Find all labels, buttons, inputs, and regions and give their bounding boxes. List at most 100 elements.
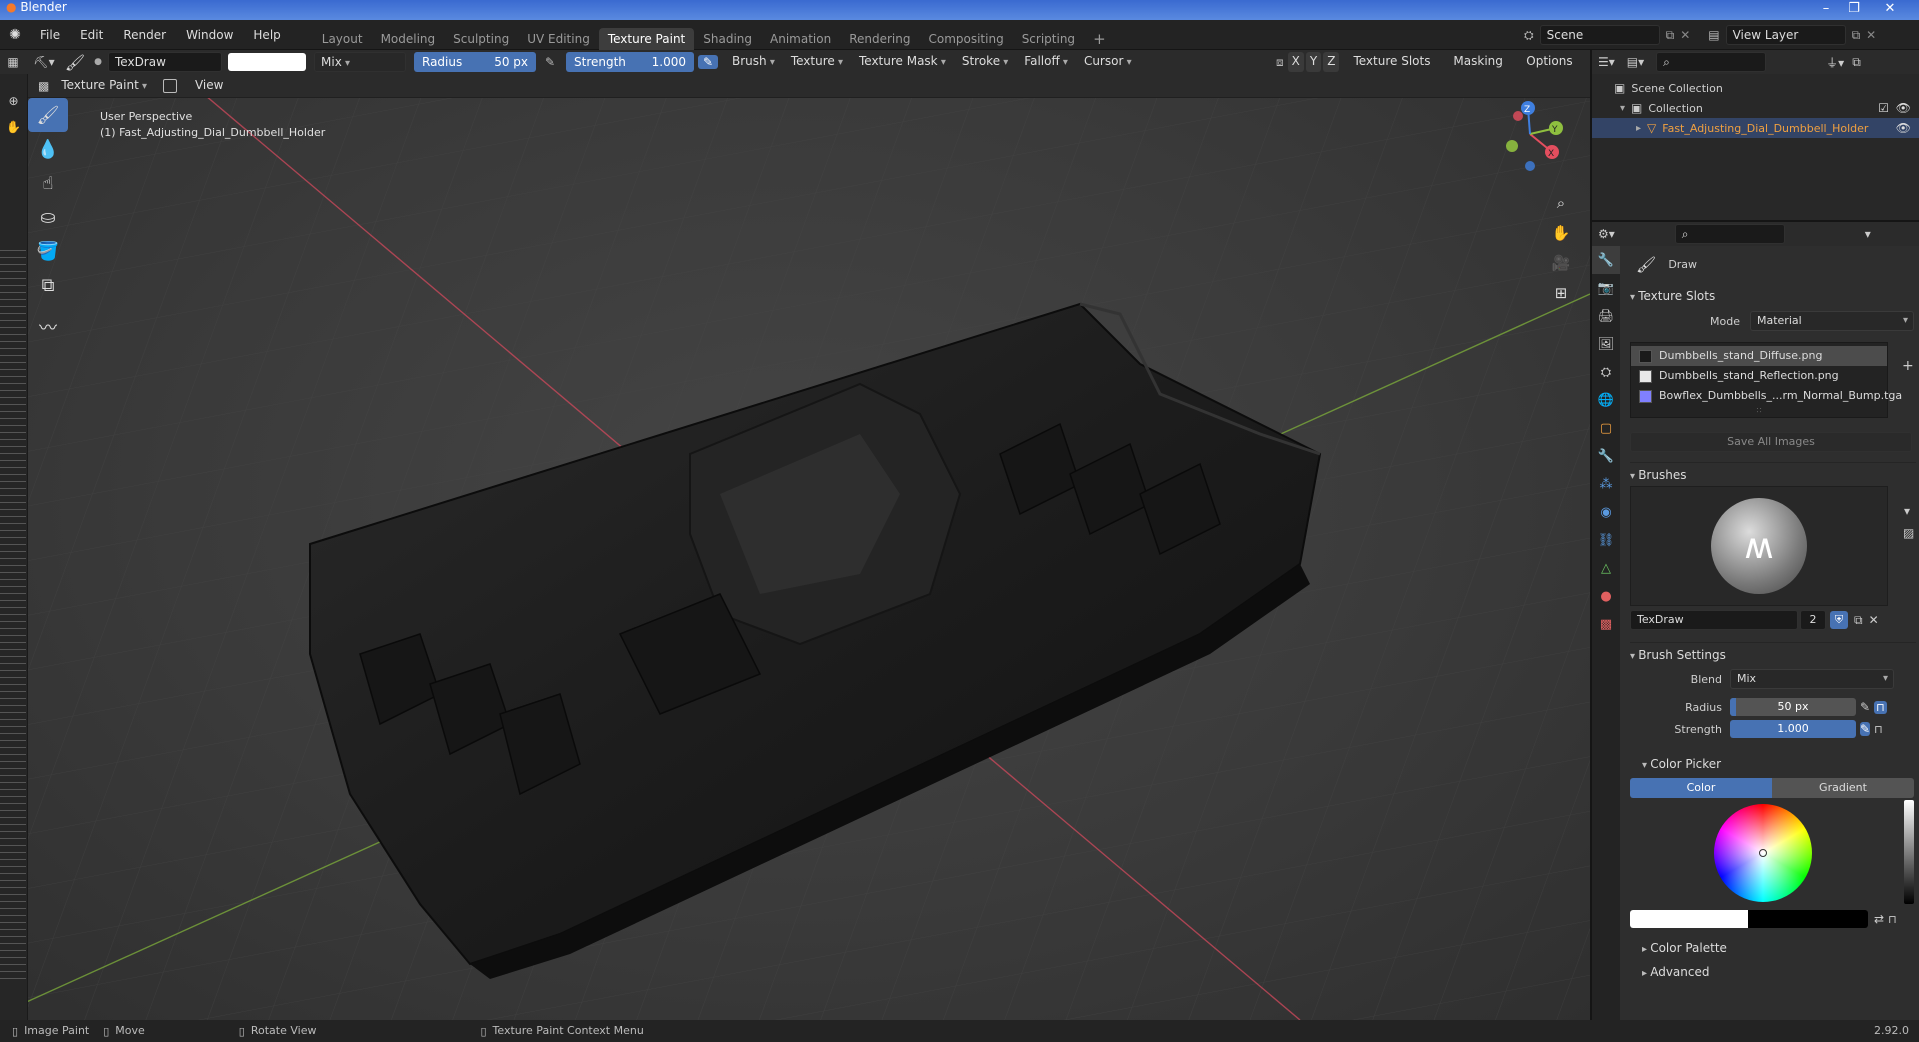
secondary-color-swatch[interactable] (1748, 910, 1868, 928)
zoom-small-icon[interactable]: ⊕ (0, 94, 27, 108)
texture-slot-item[interactable]: Dumbbells_stand_Reflection.png (1631, 366, 1887, 386)
brush-preview[interactable]: ʍ (1630, 486, 1888, 606)
collection-checkbox[interactable]: ☑ (1878, 101, 1889, 115)
value-slider[interactable] (1904, 800, 1914, 904)
blender-menu-icon[interactable]: ✺ (0, 27, 30, 43)
tool-dropdown-icon[interactable]: ⛏▾ (26, 55, 62, 69)
radius-pressure-toggle[interactable]: ✎ (1860, 700, 1870, 714)
brush-name-input[interactable]: TexDraw (1630, 610, 1798, 630)
mask-tool-icon[interactable]: ⧉ (28, 268, 68, 302)
tab-uv-editing[interactable]: UV Editing (518, 28, 599, 50)
scene-collection-row[interactable]: ▣ Scene Collection (1592, 78, 1919, 98)
camera-view-icon[interactable]: 🎥 (1548, 254, 1574, 284)
falloff-menu[interactable]: Falloff (1018, 52, 1074, 72)
texture-slots-panel-header[interactable]: Texture Slots (1630, 284, 1916, 308)
brush-color-swatch[interactable] (228, 53, 306, 71)
options-menu[interactable]: Options (1520, 52, 1586, 72)
world-tab-icon[interactable]: 🌐 (1592, 386, 1620, 414)
menu-edit[interactable]: Edit (70, 20, 113, 50)
tab-modeling[interactable]: Modeling (372, 28, 445, 50)
annotate-tool-icon[interactable]: 〰 (28, 310, 68, 344)
delete-scene-icon[interactable]: ✕ (1680, 28, 1690, 42)
advanced-panel-header[interactable]: Advanced (1630, 960, 1916, 984)
fake-user-shield-icon[interactable]: ⛨ (1830, 611, 1848, 629)
brush-menu[interactable]: Brush (726, 52, 781, 72)
swap-colors-icon[interactable]: ⇄ (1874, 912, 1884, 926)
color-unified-toggle[interactable]: ⊓ (1888, 913, 1897, 926)
menu-file[interactable]: File (30, 20, 70, 50)
tab-texture-paint[interactable]: Texture Paint (598, 27, 695, 50)
texture-slot-item[interactable]: Dumbbells_stand_Diffuse.png (1631, 346, 1887, 366)
object-tab-icon[interactable]: ▢ (1592, 414, 1620, 442)
soften-tool-icon[interactable]: 💧 (28, 132, 68, 166)
radius-unit-toggle[interactable]: ⊓ (1874, 700, 1887, 714)
object-expand-icon[interactable]: ▸ (1636, 123, 1641, 134)
blend-dropdown[interactable]: Mix (1730, 669, 1894, 689)
brush-image-icon[interactable]: ▨ (1903, 526, 1914, 540)
3d-viewport[interactable]: User Perspective (1) Fast_Adjusting_Dial… (0, 74, 1590, 1020)
mode-dropdown[interactable]: Material (1750, 311, 1914, 331)
hand-small-icon[interactable]: ✋ (0, 120, 27, 134)
scene-tab-icon[interactable]: ⛭ (1592, 358, 1620, 386)
properties-editor-icon[interactable]: ⚙▾ (1598, 227, 1615, 241)
tab-rendering[interactable]: Rendering (840, 28, 919, 50)
texture-tab-icon[interactable]: ▩ (1592, 610, 1620, 638)
mask-toggle-icon[interactable] (162, 78, 177, 93)
menu-render[interactable]: Render (113, 20, 176, 50)
new-scene-icon[interactable]: ⧉ (1666, 28, 1675, 43)
mode-dropdown[interactable]: Texture Paint (55, 76, 153, 96)
duplicate-brush-icon[interactable]: ⧉ (1854, 613, 1863, 628)
pan-hand-icon[interactable]: ✋ (1548, 224, 1574, 254)
new-collection-icon[interactable]: ⧉ (1852, 55, 1861, 70)
color-picker-panel-header[interactable]: Color Picker (1630, 752, 1916, 776)
color-wheel-cursor[interactable] (1759, 849, 1767, 857)
tab-sculpting[interactable]: Sculpting (444, 28, 518, 50)
view-menu[interactable]: View (189, 76, 229, 96)
navigation-gizmo[interactable]: X Y Z (1490, 94, 1570, 174)
physics-tab-icon[interactable]: ◉ (1592, 498, 1620, 526)
scene-field[interactable]: Scene (1539, 25, 1660, 45)
properties-options-icon[interactable]: ▾ (1865, 227, 1871, 241)
fill-tool-icon[interactable]: 🪣 (28, 234, 68, 268)
object-row[interactable]: ▸ ▽ Fast_Adjusting_Dial_Dumbbell_Holder … (1592, 118, 1919, 138)
brush-fake-user-icon[interactable]: ● (88, 57, 108, 67)
tab-animation[interactable]: Animation (761, 28, 840, 50)
color-palette-panel-header[interactable]: Color Palette (1630, 936, 1916, 960)
brush-name-field[interactable]: TexDraw (108, 52, 222, 72)
collection-expand-icon[interactable]: ▾ (1620, 103, 1625, 114)
texture-menu[interactable]: Texture (785, 52, 849, 72)
object-visibility-icon[interactable]: 👁 (1896, 121, 1911, 135)
tab-scripting[interactable]: Scripting (1013, 28, 1084, 50)
color-wheel[interactable] (1714, 804, 1812, 902)
strength-unit-toggle[interactable]: ⊓ (1874, 723, 1883, 736)
view-layer-icon[interactable]: ▤ (1708, 28, 1719, 42)
draw-tool-icon[interactable]: 🖌 (28, 98, 68, 132)
data-tab-icon[interactable]: △ (1592, 554, 1620, 582)
tab-shading[interactable]: Shading (694, 28, 761, 50)
tab-compositing[interactable]: Compositing (919, 28, 1012, 50)
display-mode-icon[interactable]: ▤▾ (1627, 55, 1644, 69)
render-tab-icon[interactable]: 📷 (1592, 274, 1620, 302)
brush-users-count[interactable]: 2 (1800, 610, 1826, 630)
tool-tab-icon[interactable]: 🔧 (1592, 246, 1620, 274)
smear-tool-icon[interactable]: ☝ (28, 166, 68, 200)
brush-browse-icon[interactable]: ▾ (1904, 504, 1910, 518)
delete-view-layer-icon[interactable]: ✕ (1866, 28, 1876, 42)
gradient-tab[interactable]: Gradient (1772, 778, 1914, 798)
minimize-button[interactable]: – (1812, 0, 1840, 20)
texture-slots-menu[interactable]: Texture Slots (1347, 52, 1443, 72)
cursor-menu[interactable]: Cursor (1078, 52, 1138, 72)
material-tab-icon[interactable]: ● (1592, 582, 1620, 610)
add-workspace-button[interactable]: + (1084, 28, 1115, 50)
primary-color-swatch[interactable] (1630, 910, 1748, 928)
strength-pressure-toggle[interactable]: ✎ (1860, 722, 1871, 736)
collection-visibility-icon[interactable]: 👁 (1896, 101, 1911, 115)
view-layer-field[interactable]: View Layer (1725, 25, 1846, 45)
symmetry-icon[interactable]: ⧈ (1276, 55, 1284, 70)
view-layer-tab-icon[interactable]: 🖼 (1592, 330, 1620, 358)
collection-row[interactable]: ▾ ▣ Collection ☑ 👁 (1592, 98, 1919, 118)
maximize-button[interactable]: ❐ (1840, 0, 1868, 20)
properties-search-field[interactable]: ⌕ (1674, 224, 1785, 244)
close-button[interactable]: ✕ (1876, 0, 1904, 20)
stroke-menu[interactable]: Stroke (956, 52, 1014, 72)
